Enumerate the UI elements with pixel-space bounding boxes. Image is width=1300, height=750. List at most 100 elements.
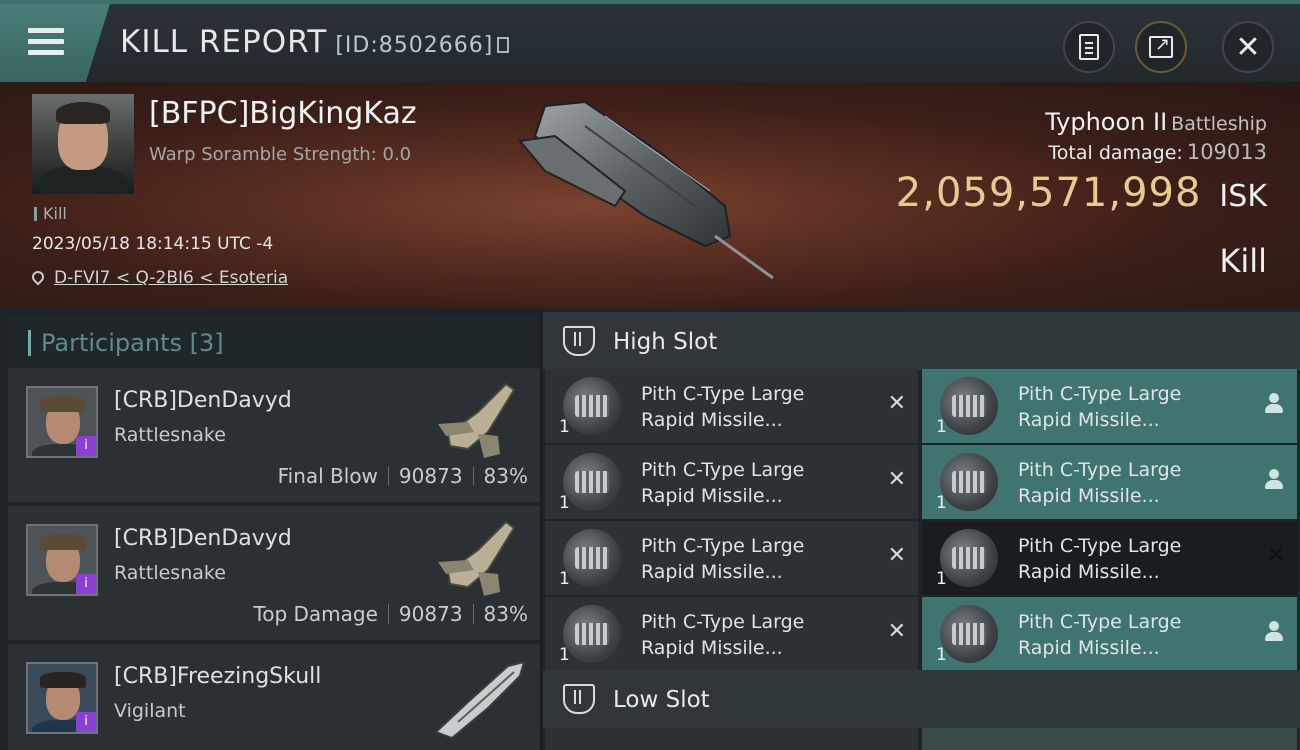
missile-launcher-icon <box>563 605 621 663</box>
participant-percent: 83% <box>483 464 528 488</box>
module-name: Pith C-Type Large Rapid Missile... <box>641 611 805 659</box>
missile-launcher-icon <box>563 529 621 587</box>
person-icon <box>1265 621 1283 643</box>
fitting-panel: High Slot 1 Pith C-Type Large Rapid Missi… <box>543 308 1300 750</box>
isk-amount: 2,059,571,998 <box>895 170 1202 216</box>
slot-icon <box>563 326 595 356</box>
location-link[interactable]: D-FVI7 < Q-2BI6 < Esoteria <box>54 268 288 288</box>
destroyed-icon: ✕ <box>887 391 906 416</box>
participant-percent: 83% <box>483 602 528 626</box>
participant-ship: Rattlesnake <box>114 562 226 584</box>
person-icon <box>1265 393 1283 415</box>
module-slot[interactable]: 1 Pith C-Type Large Rapid Missile... ✕ <box>922 521 1297 595</box>
low-slot-header: Low Slot <box>543 670 1300 728</box>
destroyed-icon: ✕ <box>887 467 906 492</box>
module-quantity: 1 <box>559 645 570 665</box>
clipboard-button[interactable] <box>1063 21 1115 73</box>
module-name: Pith C-Type Large Rapid Missile... <box>641 459 805 507</box>
missile-launcher-icon <box>563 453 621 511</box>
module-slot[interactable]: 1 Pith C-Type Large Rapid Missile... ✕ <box>545 445 918 519</box>
module-name: Pith C-Type Large Rapid Missile... <box>641 383 805 431</box>
low-slot-label: Low Slot <box>613 687 710 713</box>
participant-ship: Rattlesnake <box>114 424 226 446</box>
participant-ship-image <box>438 520 516 596</box>
info-badge-icon[interactable]: i <box>76 574 96 594</box>
module-slot-partial[interactable] <box>922 728 1297 750</box>
module-quantity: 1 <box>936 493 947 513</box>
total-damage-value: 109013 <box>1186 140 1267 164</box>
victim-portrait[interactable] <box>32 94 134 194</box>
module-slot[interactable]: 1 Pith C-Type Large Rapid Missile... <box>922 597 1297 671</box>
location-pin-icon <box>29 268 47 286</box>
participant-row[interactable]: i [CRB]DenDavyd Rattlesnake Final Blow 90… <box>8 368 540 502</box>
participant-damage: 90873 <box>398 464 463 488</box>
module-quantity: 1 <box>559 569 570 589</box>
share-button[interactable] <box>1135 21 1187 73</box>
module-slot[interactable]: 1 Pith C-Type Large Rapid Missile... ✕ <box>545 597 918 671</box>
missile-launcher-icon <box>563 377 621 435</box>
close-icon: ✕ <box>1235 29 1261 65</box>
module-quantity: 1 <box>559 417 570 437</box>
menu-button[interactable] <box>0 4 110 82</box>
missile-launcher-icon <box>940 529 998 587</box>
destroyed-icon: ✕ <box>887 543 906 568</box>
isk-unit: ISK <box>1219 179 1267 214</box>
outcome-label: Kill <box>1219 242 1267 280</box>
top-bar: KILL REPORT [ID:8502666] ✕ <box>0 0 1300 82</box>
kill-location[interactable]: D-FVI7 < Q-2BI6 < Esoteria <box>29 268 288 288</box>
module-slot[interactable]: 1 Pith C-Type Large Rapid Missile... <box>922 445 1297 519</box>
participant-name: [CRB]DenDavyd <box>114 388 292 413</box>
module-name: Pith C-Type Large Rapid Missile... <box>641 535 805 583</box>
high-slot-label: High Slot <box>613 329 718 355</box>
destroyed-icon: ✕ <box>887 619 906 644</box>
module-name: Pith C-Type Large Rapid Missile... <box>1018 459 1182 507</box>
participant-name: [CRB]FreezingSkull <box>114 664 322 689</box>
participant-ship: Vigilant <box>114 700 186 722</box>
victim-name[interactable]: [BFPC]BigKingKaz <box>149 96 417 131</box>
ship-name: Typhoon II <box>1045 108 1168 136</box>
participants-header: Participants [3] <box>8 314 540 370</box>
page-title: KILL REPORT [ID:8502666] <box>120 24 510 60</box>
victim-banner: [BFPC]BigKingKaz Warp Soramble Strength:… <box>0 82 1300 308</box>
module-name: Pith C-Type Large Rapid Missile... <box>1018 383 1182 431</box>
kill-tag: Kill <box>34 204 67 223</box>
victim-ship-name: Typhoon II Battleship <box>1045 108 1267 136</box>
module-name: Pith C-Type Large Rapid Missile... <box>1018 535 1182 583</box>
info-badge-icon[interactable]: i <box>76 712 96 732</box>
participant-role: Top Damage <box>253 602 378 626</box>
participant-name: [CRB]DenDavyd <box>114 526 292 551</box>
warp-scramble-strength: Warp Soramble Strength: 0.0 <box>149 144 412 165</box>
module-quantity: 1 <box>936 645 947 665</box>
module-slot[interactable]: 1 Pith C-Type Large Rapid Missile... ✕ <box>545 521 918 595</box>
module-slot[interactable]: 1 Pith C-Type Large Rapid Missile... ✕ <box>545 369 918 443</box>
ship-class: Battleship <box>1171 113 1267 135</box>
module-name: Pith C-Type Large Rapid Missile... <box>1018 611 1182 659</box>
total-damage: Total damage: 109013 <box>1048 140 1267 164</box>
participant-damage: 90873 <box>398 602 463 626</box>
hamburger-icon <box>28 28 64 61</box>
module-quantity: 1 <box>936 417 947 437</box>
isk-value: 2,059,571,998 ISK <box>896 170 1267 216</box>
participant-row[interactable]: i [CRB]DenDavyd Rattlesnake Top Damage 90… <box>8 506 540 640</box>
module-quantity: 1 <box>559 493 570 513</box>
module-slot-partial[interactable] <box>545 728 918 750</box>
clipboard-icon <box>1079 34 1099 60</box>
close-button[interactable]: ✕ <box>1222 21 1274 73</box>
report-id: [ID:8502666] <box>335 33 494 58</box>
slot-icon <box>563 684 595 714</box>
participant-stats: Top Damage 90873 83% <box>253 602 528 626</box>
high-slot-header: High Slot <box>543 312 1300 370</box>
participants-panel: Participants [3] i [CRB]DenDavyd Rattles… <box>0 308 540 750</box>
participant-role: Final Blow <box>277 464 378 488</box>
destroyed-icon: ✕ <box>1266 543 1285 568</box>
missile-launcher-icon <box>940 605 998 663</box>
kill-datetime: 2023/05/18 18:14:15 UTC -4 <box>32 234 274 254</box>
victim-ship-image[interactable] <box>515 96 785 286</box>
info-badge-icon[interactable]: i <box>76 436 96 456</box>
participant-ship-image <box>438 382 516 458</box>
title-text: KILL REPORT <box>120 24 328 60</box>
share-icon <box>1149 34 1173 58</box>
participant-row[interactable]: i [CRB]FreezingSkull Vigilant <box>8 644 540 750</box>
module-slot[interactable]: 1 Pith C-Type Large Rapid Missile... <box>922 369 1297 443</box>
copy-icon[interactable] <box>497 37 510 53</box>
